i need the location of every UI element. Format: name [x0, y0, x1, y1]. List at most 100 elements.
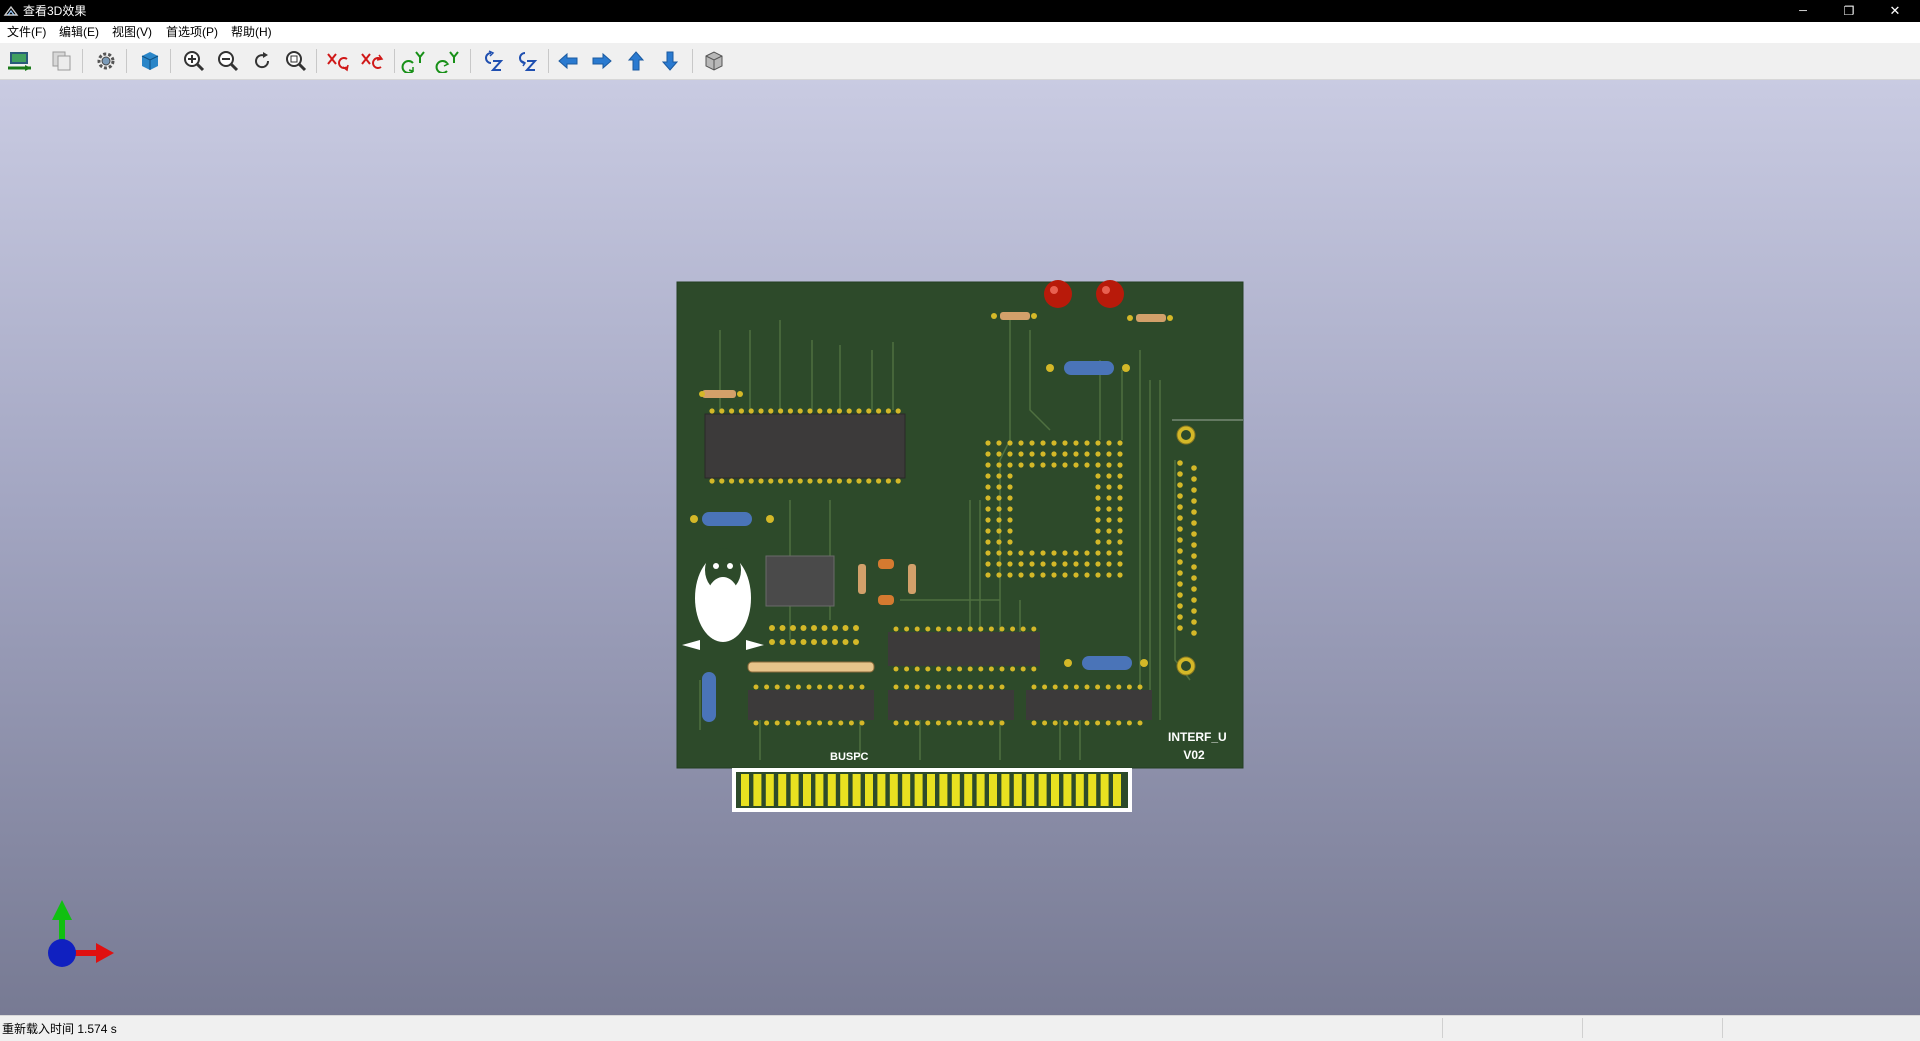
menu-bar: 文件(F) 编辑(E) 视图(V) 首选项(P) 帮助(H): [0, 22, 1920, 43]
dip-pin: [893, 666, 899, 672]
title-bar: 查看3D效果 ─ ❐ ✕: [0, 0, 1920, 22]
zoom-in-button[interactable]: [180, 47, 208, 75]
minimize-icon: ─: [1799, 5, 1807, 17]
pga-pin: [996, 451, 1002, 457]
resistor: [858, 564, 866, 594]
dip-pin: [988, 720, 994, 726]
dip-pin: [1052, 720, 1058, 726]
edge-finger: [827, 774, 836, 806]
pga-pin: [1106, 517, 1112, 523]
menu-file[interactable]: 文件(F): [5, 24, 48, 40]
status-separator: [1722, 1018, 1723, 1038]
menu-help[interactable]: 帮助(H): [229, 24, 274, 40]
move-up-button[interactable]: [622, 47, 650, 75]
move-left-button[interactable]: [554, 47, 582, 75]
reload-board-button[interactable]: [6, 47, 34, 75]
board-name: INTERF_U: [1168, 730, 1227, 744]
resistor: [908, 564, 916, 594]
edge-finger: [765, 774, 774, 806]
pga-pin: [985, 539, 991, 545]
connector-pin: [1191, 509, 1197, 515]
rotate-y-ccw-button[interactable]: [434, 47, 462, 75]
render-mode-button[interactable]: [136, 47, 164, 75]
pga-pin: [1051, 550, 1057, 556]
pga-pin: [1117, 572, 1123, 578]
dip-pin: [1095, 720, 1101, 726]
header-pin: [853, 625, 859, 631]
3d-viewport[interactable]: INTERF_U V02 BUSPC: [0, 80, 1920, 1015]
connector-pin: [1177, 493, 1183, 499]
header-pin: [769, 625, 775, 631]
header-pin: [800, 639, 807, 645]
connector-pin: [1177, 581, 1183, 587]
restore-button[interactable]: ❐: [1826, 0, 1872, 22]
toolbar-separator: [692, 49, 693, 73]
pga-pin: [996, 495, 1002, 501]
dip-pin: [935, 684, 941, 690]
toolbar-separator: [170, 49, 171, 73]
pga-pin: [1073, 440, 1079, 446]
pga-pin: [985, 440, 991, 446]
dip-pin: [859, 684, 865, 690]
pga-pin: [1117, 462, 1123, 468]
dip-pin: [1010, 666, 1016, 672]
header-pin: [790, 639, 796, 645]
dip-pin: [904, 720, 910, 726]
connector-pin: [1191, 487, 1197, 493]
connector-pin: [1191, 597, 1197, 603]
rotate-x-ccw-button[interactable]: [358, 47, 386, 75]
edge-finger: [803, 774, 811, 806]
zoom-out-button[interactable]: [214, 47, 242, 75]
close-button[interactable]: ✕: [1872, 0, 1918, 22]
dip-pin: [827, 684, 833, 690]
axes-indicator: [48, 900, 114, 967]
connector-pin: [1177, 515, 1183, 521]
pga-pin: [996, 506, 1002, 512]
pga-pin: [1062, 440, 1068, 446]
menu-preferences[interactable]: 首选项(P): [164, 24, 220, 40]
redraw-button[interactable]: [248, 47, 276, 75]
dip-pin: [1042, 684, 1048, 690]
connector-pin: [1191, 531, 1197, 537]
pga-pin: [1051, 451, 1057, 457]
ic-pin: [738, 478, 745, 484]
edge-finger: [778, 774, 787, 806]
connector-pin: [1191, 520, 1197, 526]
zoom-fit-button[interactable]: [282, 47, 310, 75]
pga-pin: [1062, 572, 1068, 578]
dip-pin: [806, 720, 812, 726]
orthographic-icon: [705, 51, 723, 71]
rotate-x-cw-button[interactable]: [324, 47, 352, 75]
pga-pin: [1095, 473, 1101, 479]
rotate-z-ccw-button[interactable]: [512, 47, 540, 75]
copy-image-button[interactable]: [48, 47, 76, 75]
menu-view[interactable]: 视图(V): [110, 24, 154, 40]
move-right-button[interactable]: [588, 47, 616, 75]
resistor-long: [747, 661, 875, 673]
rotate-y-cw-button[interactable]: [400, 47, 428, 75]
edge-finger: [865, 774, 873, 806]
header-pin: [842, 625, 849, 631]
settings-button[interactable]: [92, 47, 120, 75]
settings-icon: [97, 52, 115, 70]
menu-edit[interactable]: 编辑(E): [57, 24, 101, 40]
move-down-button[interactable]: [656, 47, 684, 75]
ic-pin: [729, 408, 735, 414]
pga-pin: [996, 484, 1002, 490]
pga-pin: [985, 506, 991, 512]
pga-pin: [996, 539, 1002, 545]
minimize-button[interactable]: ─: [1780, 0, 1826, 22]
rotate-z-cw-button[interactable]: [478, 47, 506, 75]
dip-pin: [914, 720, 920, 726]
dip-pin: [1031, 666, 1037, 672]
pga-pin: [985, 495, 991, 501]
pga-pin: [996, 517, 1002, 523]
pga-pin: [1084, 462, 1090, 468]
edge-finger: [927, 774, 935, 806]
orthographic-button[interactable]: [700, 47, 728, 75]
move-left-icon: [558, 52, 578, 70]
edge-finger: [1001, 774, 1010, 806]
connector-pin: [1191, 608, 1197, 614]
connector-pin: [1177, 559, 1183, 565]
ic-pin: [709, 478, 715, 484]
